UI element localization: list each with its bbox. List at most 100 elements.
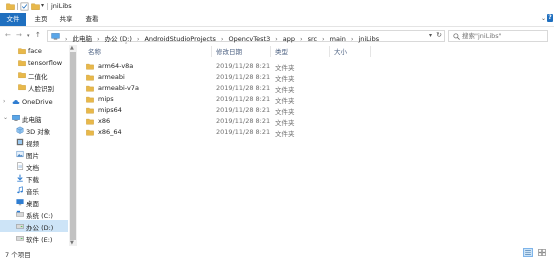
breadcrumb-this-pc[interactable]: 此电脑 xyxy=(72,35,92,43)
breadcrumb-chevron-icon[interactable]: › xyxy=(300,36,302,43)
sidebar-item-face-recognition[interactable]: 人脸识别 xyxy=(0,81,68,93)
sidebar-item-desktop[interactable]: 桌面 xyxy=(0,196,68,208)
breadcrumb-chevron-icon[interactable]: › xyxy=(322,36,324,43)
breadcrumb-chevron-icon[interactable]: › xyxy=(221,36,223,43)
expand-arrow-icon[interactable]: › xyxy=(3,98,5,105)
search-input[interactable] xyxy=(462,31,546,41)
sidebar-item-label: 3D 对象 xyxy=(26,128,51,136)
navigation-pane: face tensorflow 二值化 人脸识别 › OneDrive ⌄ 此电… xyxy=(0,45,70,246)
file-type: 文件夹 xyxy=(275,86,295,94)
sidebar-item-label: 视频 xyxy=(26,140,39,148)
picture-icon xyxy=(16,150,24,158)
scroll-up-icon[interactable]: ▲ xyxy=(70,45,74,51)
ribbon-expand-icon[interactable]: ⌄ xyxy=(541,15,546,22)
column-header-size[interactable]: 大小 xyxy=(334,46,347,58)
breadcrumb-chevron-icon[interactable]: › xyxy=(351,36,353,43)
properties-icon[interactable] xyxy=(20,2,29,11)
forward-button[interactable]: → xyxy=(16,31,22,39)
folder-icon xyxy=(18,84,26,90)
column-divider[interactable] xyxy=(370,46,371,57)
file-row[interactable]: mips 2019/11/28 8:21 文件夹 xyxy=(82,94,382,105)
column-divider[interactable] xyxy=(329,46,330,57)
file-name: mips xyxy=(98,95,114,103)
sidebar-item-videos[interactable]: 视频 xyxy=(0,136,68,148)
sidebar-item-tensorflow[interactable]: tensorflow xyxy=(0,57,68,69)
breadcrumb-jnilibs[interactable]: jniLibs xyxy=(358,35,379,43)
sidebar-item-label: 软件 (E:) xyxy=(26,236,53,244)
file-row[interactable]: armeabi-v7a 2019/11/28 8:21 文件夹 xyxy=(82,83,382,94)
sidebar-item-binarize[interactable]: 二值化 xyxy=(0,69,68,81)
column-divider[interactable] xyxy=(211,46,212,57)
large-icons-view-button[interactable] xyxy=(537,248,547,257)
navigation-bar: ← → ▾ ↑ › 此电脑 › 办公 (D:) › AndroidStudioP… xyxy=(0,28,554,44)
sidebar-scrollbar-thumb[interactable] xyxy=(70,52,76,240)
breadcrumb-chevron-icon[interactable]: › xyxy=(97,36,99,43)
file-row[interactable]: x86 2019/11/28 8:21 文件夹 xyxy=(82,116,382,127)
ribbon: 文件 主页 共享 查看 ⌄ ? xyxy=(0,13,554,27)
file-row[interactable]: arm64-v8a 2019/11/28 8:21 文件夹 xyxy=(82,61,382,72)
sidebar-item-music[interactable]: 音乐 xyxy=(0,184,68,196)
breadcrumb-chevron-icon[interactable]: › xyxy=(65,36,67,43)
sidebar-item-this-pc[interactable]: ⌄ 此电脑 xyxy=(0,112,68,124)
details-view-button[interactable] xyxy=(523,248,533,257)
folder-icon xyxy=(86,129,94,136)
file-type: 文件夹 xyxy=(275,64,295,72)
breadcrumb-opencvtest3[interactable]: OpencvTest3 xyxy=(228,35,270,43)
sidebar-item-drive-c[interactable]: 系统 (C:) xyxy=(0,208,68,220)
sidebar-item-downloads[interactable]: 下载 xyxy=(0,172,68,184)
column-divider[interactable] xyxy=(270,46,271,57)
sidebar-item-3d-objects[interactable]: 3D 对象 xyxy=(0,124,68,136)
breadcrumb-chevron-icon[interactable]: › xyxy=(275,36,277,43)
column-header-name[interactable]: 名称 xyxy=(88,46,101,58)
folder-icon xyxy=(6,3,15,10)
sidebar-item-documents[interactable]: 文档 xyxy=(0,160,68,172)
file-row[interactable]: x86_64 2019/11/28 8:21 文件夹 xyxy=(82,127,382,138)
file-name: mips64 xyxy=(98,106,122,114)
sidebar-item-label: 文档 xyxy=(26,164,39,172)
folder-icon xyxy=(18,48,26,54)
folder-icon xyxy=(86,107,94,114)
refresh-icon[interactable]: ↻ xyxy=(436,31,442,39)
breadcrumb-chevron-icon[interactable]: › xyxy=(137,36,139,43)
title-separator xyxy=(17,3,18,10)
address-dropdown-icon[interactable]: ▾ xyxy=(429,32,432,39)
up-button[interactable]: ↑ xyxy=(35,31,41,39)
sidebar-item-drive-d[interactable]: 办公 (D:) xyxy=(0,220,68,232)
address-bar[interactable]: › 此电脑 › 办公 (D:) › AndroidStudioProjects … xyxy=(47,30,445,43)
file-name: armeabi-v7a xyxy=(98,84,139,92)
column-header-type[interactable]: 类型 xyxy=(275,46,288,58)
breadcrumb-app[interactable]: app xyxy=(283,35,295,43)
sidebar-item-label: 办公 (D:) xyxy=(26,224,54,232)
recent-locations-button[interactable]: ▾ xyxy=(27,33,30,39)
file-date: 2019/11/28 8:21 xyxy=(216,128,271,136)
file-date: 2019/11/28 8:21 xyxy=(216,106,271,114)
sidebar-item-label: tensorflow xyxy=(28,59,63,67)
breadcrumb-src[interactable]: src xyxy=(308,35,318,43)
column-header-date[interactable]: 修改日期 xyxy=(216,46,242,58)
breadcrumb-main[interactable]: main xyxy=(330,35,346,43)
sidebar-item-label: OneDrive xyxy=(22,98,53,106)
file-date: 2019/11/28 8:21 xyxy=(216,73,271,81)
title-separator-2 xyxy=(47,3,48,10)
sidebar-item-drive-e[interactable]: 软件 (E:) xyxy=(0,232,68,244)
quick-access-dropdown[interactable]: ▾ xyxy=(41,2,44,9)
file-row[interactable]: armeabi 2019/11/28 8:21 文件夹 xyxy=(82,72,382,83)
tab-view[interactable]: 查看 xyxy=(82,13,102,26)
breadcrumb-androidstudioprojects[interactable]: AndroidStudioProjects xyxy=(144,35,215,43)
expand-arrow-icon[interactable]: ⌄ xyxy=(3,114,8,121)
sidebar-item-pictures[interactable]: 图片 xyxy=(0,148,68,160)
search-box[interactable] xyxy=(448,30,548,42)
sidebar-item-onedrive[interactable]: › OneDrive xyxy=(0,96,68,108)
file-type: 文件夹 xyxy=(275,108,295,116)
file-date: 2019/11/28 8:21 xyxy=(216,62,271,70)
tab-file[interactable]: 文件 xyxy=(0,13,26,26)
new-folder-icon[interactable] xyxy=(31,2,40,11)
computer-icon xyxy=(12,114,20,121)
tab-share[interactable]: 共享 xyxy=(56,13,76,26)
desktop-icon xyxy=(16,199,24,206)
sidebar-item-face[interactable]: face xyxy=(0,45,68,57)
back-button[interactable]: ← xyxy=(5,31,11,39)
tab-home[interactable]: 主页 xyxy=(31,13,51,26)
help-icon[interactable]: ? xyxy=(547,14,553,22)
file-row[interactable]: mips64 2019/11/28 8:21 文件夹 xyxy=(82,105,382,116)
